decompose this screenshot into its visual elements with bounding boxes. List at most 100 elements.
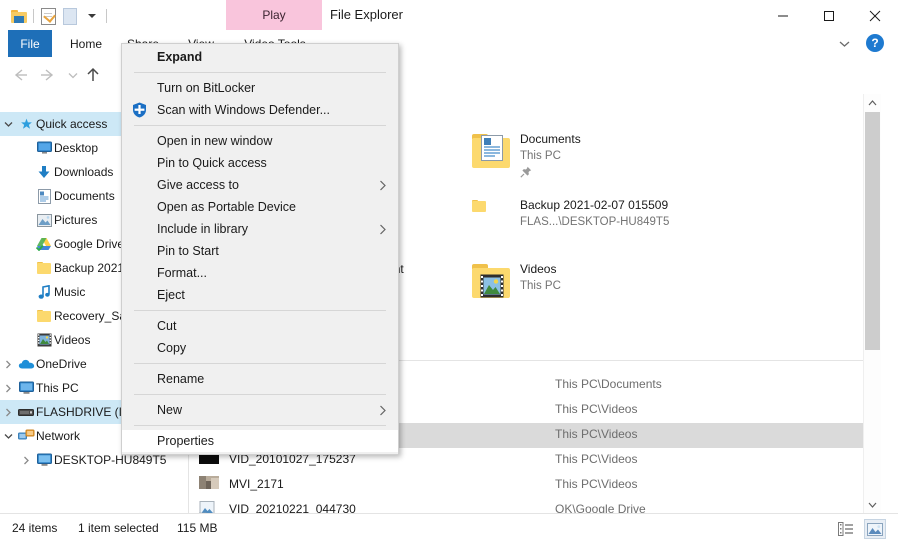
folder-properties-icon[interactable]: [37, 5, 59, 27]
expand-chevron-icon[interactable]: [18, 136, 34, 160]
recent-locations-icon[interactable]: [62, 64, 84, 86]
context-menu-item-new[interactable]: New: [122, 399, 398, 421]
chevron-down-icon[interactable]: [834, 34, 854, 54]
vertical-scrollbar[interactable]: [863, 94, 881, 513]
expand-chevron-icon[interactable]: [18, 304, 34, 328]
context-menu-item-eject[interactable]: Eject: [122, 284, 398, 306]
title-bar: Play File Explorer: [0, 0, 898, 32]
context-menu-item-label: New: [157, 403, 183, 417]
expand-chevron-icon[interactable]: [0, 352, 16, 376]
sidebar-item-label: Music: [54, 285, 86, 299]
contextual-tab-play[interactable]: Play: [226, 0, 322, 30]
expand-chevron-icon[interactable]: [0, 112, 16, 136]
usb-drive-icon: [16, 400, 36, 424]
tab-file-label: File: [20, 36, 40, 51]
sidebar-item-label: Quick access: [36, 117, 108, 131]
pictures-icon: [34, 208, 54, 232]
pin-star-icon: [16, 112, 36, 136]
context-menu-item-pin-to-quick-access[interactable]: Pin to Quick access: [122, 152, 398, 174]
context-menu-item-format[interactable]: Format...: [122, 262, 398, 284]
file-location: This PC\Videos: [555, 477, 638, 491]
context-menu-item-include-in-library[interactable]: Include in library: [122, 218, 398, 240]
menu-icon-slot: [122, 262, 157, 284]
video-shortcut-icon: [198, 501, 219, 513]
details-view-icon[interactable]: [836, 520, 856, 538]
help-icon[interactable]: ?: [866, 34, 884, 52]
expand-chevron-icon[interactable]: [18, 232, 34, 256]
sidebar-item-label: This PC: [36, 381, 79, 395]
context-menu-item-open-as-portable-device[interactable]: Open as Portable Device: [122, 196, 398, 218]
folder-tile[interactable]: Documents This PC: [464, 128, 734, 192]
context-menu-item-expand[interactable]: Expand: [122, 46, 398, 68]
scroll-down-icon[interactable]: [864, 496, 881, 513]
up-arrow-icon[interactable]: [82, 64, 104, 86]
folder-tile-location: FLAS...\DESKTOP-HU849T5: [520, 216, 670, 228]
expand-chevron-icon[interactable]: [18, 448, 34, 472]
file-list-row[interactable]: VID_20210221_044730 OK\Google Drive: [189, 498, 881, 513]
status-bar: 24 items 1 item selected 115 MB: [0, 513, 898, 541]
context-menu-item-label: Cut: [157, 319, 177, 333]
context-menu-separator: [134, 310, 386, 311]
expand-chevron-icon[interactable]: [18, 256, 34, 280]
scroll-up-icon[interactable]: [864, 94, 881, 111]
expand-chevron-icon[interactable]: [18, 184, 34, 208]
tab-file[interactable]: File: [8, 30, 52, 57]
context-menu-item-label: Open in new window: [157, 134, 273, 148]
sidebar-item-label: OneDrive: [36, 357, 87, 371]
context-menu-separator: [134, 125, 386, 126]
file-location: This PC\Videos: [555, 402, 638, 416]
expand-chevron-icon[interactable]: [18, 160, 34, 184]
sidebar-item-label: Network: [36, 429, 81, 443]
folder-icon: [34, 304, 54, 328]
videos-folder-icon: [472, 264, 512, 304]
folder-tile[interactable]: Backup 2021-02-07 015509 FLAS...\DESKTOP-…: [464, 194, 734, 258]
expand-chevron-icon[interactable]: [18, 208, 34, 232]
new-folder-icon[interactable]: [59, 5, 81, 27]
context-menu[interactable]: Expand Turn on BitLocker Scan with Windows…: [121, 43, 399, 455]
file-list-row[interactable]: MVI_2171 This PC\Videos: [189, 473, 881, 498]
context-menu-separator: [134, 363, 386, 364]
context-menu-item-copy[interactable]: Copy: [122, 337, 398, 359]
expand-chevron-icon[interactable]: [0, 400, 16, 424]
context-menu-item-turn-on-bitlocker[interactable]: Turn on BitLocker: [122, 77, 398, 99]
expand-chevron-icon[interactable]: [0, 424, 16, 448]
sidebar-item-label: FLASHDRIVE (I: [36, 405, 123, 419]
window-controls: [760, 0, 898, 32]
context-menu-item-open-in-new-window[interactable]: Open in new window: [122, 130, 398, 152]
tab-home[interactable]: Home: [62, 30, 110, 57]
maximize-button[interactable]: [806, 0, 852, 32]
forward-arrow-icon[interactable]: [36, 64, 58, 86]
context-menu-item-give-access-to[interactable]: Give access to: [122, 174, 398, 196]
menu-icon-slot: [122, 240, 157, 262]
context-menu-item-label: Eject: [157, 288, 185, 302]
context-menu-item-label: Scan with Windows Defender...: [157, 103, 330, 117]
google-drive-icon: [34, 232, 54, 256]
folder-tile[interactable]: Videos This PC: [464, 258, 734, 322]
context-menu-item-cut[interactable]: Cut: [122, 315, 398, 337]
context-menu-separator: [134, 425, 386, 426]
minimize-button[interactable]: [760, 0, 806, 32]
context-menu-item-label: Format...: [157, 266, 208, 280]
expand-chevron-icon[interactable]: [0, 376, 16, 400]
explorer-system-icon[interactable]: [8, 5, 30, 27]
large-icons-view-icon[interactable]: [864, 519, 886, 539]
expand-chevron-icon[interactable]: [18, 280, 34, 304]
context-menu-item-pin-to-start[interactable]: Pin to Start: [122, 240, 398, 262]
downloads-icon: [34, 160, 54, 184]
file-explorer-window: Play File Explorer File Home Share View: [0, 0, 898, 541]
scrollbar-thumb[interactable]: [865, 112, 880, 350]
quick-access-toolbar: [8, 4, 110, 28]
customize-qat-icon[interactable]: [81, 5, 103, 27]
context-menu-item-properties[interactable]: Properties: [122, 430, 398, 452]
status-selection: 1 item selected: [78, 521, 159, 535]
context-menu-item-scan-with-windows-defender[interactable]: Scan with Windows Defender...: [122, 99, 398, 121]
context-menu-item-label: Rename: [157, 372, 205, 386]
context-menu-item-label: Expand: [157, 50, 203, 64]
menu-icon-slot: [122, 315, 157, 337]
menu-icon-slot: [122, 218, 157, 240]
close-button[interactable]: [852, 0, 898, 32]
context-menu-item-label: Open as Portable Device: [157, 200, 296, 214]
expand-chevron-icon[interactable]: [18, 328, 34, 352]
back-arrow-icon[interactable]: [10, 64, 32, 86]
context-menu-item-rename[interactable]: Rename: [122, 368, 398, 390]
